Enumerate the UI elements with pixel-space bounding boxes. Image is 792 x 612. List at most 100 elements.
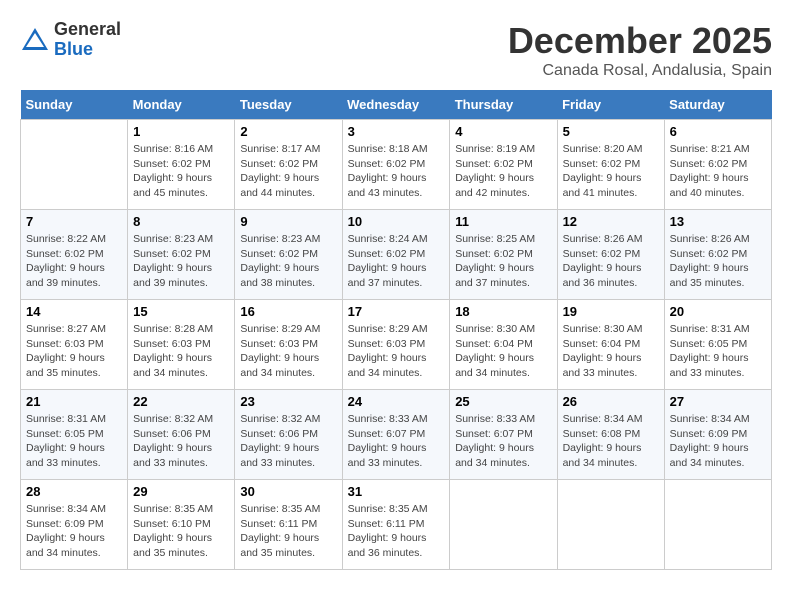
day-number: 28 <box>26 484 122 499</box>
day-number: 30 <box>240 484 336 499</box>
day-number: 5 <box>563 124 659 139</box>
day-number: 26 <box>563 394 659 409</box>
calendar-cell: 1Sunrise: 8:16 AMSunset: 6:02 PMDaylight… <box>128 120 235 210</box>
header-row: SundayMondayTuesdayWednesdayThursdayFrid… <box>21 90 772 120</box>
calendar-cell: 22 Sunrise: 8:32 AMSunset: 6:06 PMDayligh… <box>128 390 235 480</box>
calendar-cell: 15 Sunrise: 8:28 AMSunset: 6:03 PMDayligh… <box>128 300 235 390</box>
calendar-cell: 24Sunrise: 8:33 AMSunset: 6:07 PMDayligh… <box>342 390 450 480</box>
day-number: 19 <box>563 304 659 319</box>
header: General Blue December 2025 Canada Rosal,… <box>20 20 772 80</box>
day-info: Sunrise: 8:20 AMSunset: 6:02 PMDaylight:… <box>563 142 659 201</box>
calendar-cell: 19 Sunrise: 8:30 AMSunset: 6:04 PMDayligh… <box>557 300 664 390</box>
calendar-cell: 11 Sunrise: 8:25 AMSunset: 6:02 PMDayligh… <box>450 210 557 300</box>
calendar-cell: 5 Sunrise: 8:20 AMSunset: 6:02 PMDaylight… <box>557 120 664 210</box>
day-number: 23 <box>240 394 336 409</box>
day-number: 15 <box>133 304 229 319</box>
day-info: Sunrise: 8:32 AMSunset: 6:06 PMDaylight:… <box>240 412 336 471</box>
day-info: Sunrise: 8:31 AMSunset: 6:05 PMDaylight:… <box>26 412 122 471</box>
day-info: Sunrise: 8:30 AMSunset: 6:04 PMDaylight:… <box>563 322 659 381</box>
calendar-cell: 21 Sunrise: 8:31 AMSunset: 6:05 PMDayligh… <box>21 390 128 480</box>
day-number: 22 <box>133 394 229 409</box>
month-title: December 2025 <box>508 20 772 62</box>
calendar-cell: 23 Sunrise: 8:32 AMSunset: 6:06 PMDayligh… <box>235 390 342 480</box>
day-info: Sunrise: 8:21 AMSunset: 6:02 PMDaylight:… <box>670 142 766 201</box>
day-number: 9 <box>240 214 336 229</box>
day-info: Sunrise: 8:34 AMSunset: 6:09 PMDaylight:… <box>26 502 122 561</box>
week-row-2: 7Sunrise: 8:22 AMSunset: 6:02 PMDaylight… <box>21 210 772 300</box>
calendar-cell <box>450 480 557 570</box>
day-number: 3 <box>348 124 445 139</box>
calendar-cell: 2 Sunrise: 8:17 AMSunset: 6:02 PMDaylight… <box>235 120 342 210</box>
day-info: Sunrise: 8:29 AMSunset: 6:03 PMDaylight:… <box>348 322 445 381</box>
day-number: 18 <box>455 304 551 319</box>
calendar-cell: 29Sunrise: 8:35 AMSunset: 6:10 PMDayligh… <box>128 480 235 570</box>
header-day-monday: Monday <box>128 90 235 120</box>
calendar-cell: 25Sunrise: 8:33 AMSunset: 6:07 PMDayligh… <box>450 390 557 480</box>
calendar-cell: 20Sunrise: 8:31 AMSunset: 6:05 PMDayligh… <box>664 300 771 390</box>
calendar-cell: 26 Sunrise: 8:34 AMSunset: 6:08 PMDayligh… <box>557 390 664 480</box>
week-row-1: 1Sunrise: 8:16 AMSunset: 6:02 PMDaylight… <box>21 120 772 210</box>
subtitle: Canada Rosal, Andalusia, Spain <box>508 62 772 80</box>
calendar-cell: 27 Sunrise: 8:34 AMSunset: 6:09 PMDayligh… <box>664 390 771 480</box>
day-info: Sunrise: 8:33 AMSunset: 6:07 PMDaylight:… <box>348 412 445 471</box>
day-info: Sunrise: 8:29 AMSunset: 6:03 PMDaylight:… <box>240 322 336 381</box>
day-number: 6 <box>670 124 766 139</box>
day-info: Sunrise: 8:23 AMSunset: 6:02 PMDaylight:… <box>133 232 229 291</box>
calendar-cell: 8 Sunrise: 8:23 AMSunset: 6:02 PMDaylight… <box>128 210 235 300</box>
calendar-cell <box>664 480 771 570</box>
header-day-sunday: Sunday <box>21 90 128 120</box>
day-info: Sunrise: 8:34 AMSunset: 6:08 PMDaylight:… <box>563 412 659 471</box>
day-info: Sunrise: 8:35 AMSunset: 6:11 PMDaylight:… <box>348 502 445 561</box>
day-number: 14 <box>26 304 122 319</box>
day-number: 2 <box>240 124 336 139</box>
day-info: Sunrise: 8:35 AMSunset: 6:11 PMDaylight:… <box>240 502 336 561</box>
logo-icon <box>20 25 50 55</box>
calendar-cell: 30 Sunrise: 8:35 AMSunset: 6:11 PMDayligh… <box>235 480 342 570</box>
day-number: 20 <box>670 304 766 319</box>
day-number: 21 <box>26 394 122 409</box>
day-info: Sunrise: 8:18 AMSunset: 6:02 PMDaylight:… <box>348 142 445 201</box>
calendar-cell: 16 Sunrise: 8:29 AMSunset: 6:03 PMDayligh… <box>235 300 342 390</box>
day-info: Sunrise: 8:26 AMSunset: 6:02 PMDaylight:… <box>670 232 766 291</box>
day-number: 27 <box>670 394 766 409</box>
calendar-cell: 12Sunrise: 8:26 AMSunset: 6:02 PMDayligh… <box>557 210 664 300</box>
calendar-table: SundayMondayTuesdayWednesdayThursdayFrid… <box>20 90 772 570</box>
calendar-cell <box>557 480 664 570</box>
calendar-cell <box>21 120 128 210</box>
day-number: 10 <box>348 214 445 229</box>
day-info: Sunrise: 8:33 AMSunset: 6:07 PMDaylight:… <box>455 412 551 471</box>
calendar-cell: 18Sunrise: 8:30 AMSunset: 6:04 PMDayligh… <box>450 300 557 390</box>
calendar-cell: 10 Sunrise: 8:24 AMSunset: 6:02 PMDayligh… <box>342 210 450 300</box>
calendar-cell: 31Sunrise: 8:35 AMSunset: 6:11 PMDayligh… <box>342 480 450 570</box>
calendar-cell: 13 Sunrise: 8:26 AMSunset: 6:02 PMDayligh… <box>664 210 771 300</box>
day-info: Sunrise: 8:32 AMSunset: 6:06 PMDaylight:… <box>133 412 229 471</box>
logo-general-text: General <box>54 20 121 40</box>
day-number: 13 <box>670 214 766 229</box>
day-info: Sunrise: 8:28 AMSunset: 6:03 PMDaylight:… <box>133 322 229 381</box>
day-number: 16 <box>240 304 336 319</box>
calendar-cell: 3 Sunrise: 8:18 AMSunset: 6:02 PMDaylight… <box>342 120 450 210</box>
day-number: 4 <box>455 124 551 139</box>
day-info: Sunrise: 8:34 AMSunset: 6:09 PMDaylight:… <box>670 412 766 471</box>
day-number: 12 <box>563 214 659 229</box>
day-info: Sunrise: 8:27 AMSunset: 6:03 PMDaylight:… <box>26 322 122 381</box>
day-info: Sunrise: 8:17 AMSunset: 6:02 PMDaylight:… <box>240 142 336 201</box>
calendar-cell: 14 Sunrise: 8:27 AMSunset: 6:03 PMDayligh… <box>21 300 128 390</box>
calendar-cell: 6 Sunrise: 8:21 AMSunset: 6:02 PMDaylight… <box>664 120 771 210</box>
calendar-cell: 9Sunrise: 8:23 AMSunset: 6:02 PMDaylight… <box>235 210 342 300</box>
calendar-cell: 28 Sunrise: 8:34 AMSunset: 6:09 PMDayligh… <box>21 480 128 570</box>
day-info: Sunrise: 8:25 AMSunset: 6:02 PMDaylight:… <box>455 232 551 291</box>
calendar-cell: 7Sunrise: 8:22 AMSunset: 6:02 PMDaylight… <box>21 210 128 300</box>
title-area: December 2025 Canada Rosal, Andalusia, S… <box>508 20 772 80</box>
day-number: 11 <box>455 214 551 229</box>
day-number: 8 <box>133 214 229 229</box>
week-row-3: 14 Sunrise: 8:27 AMSunset: 6:03 PMDayligh… <box>21 300 772 390</box>
logo-blue-text: Blue <box>54 40 121 60</box>
day-info: Sunrise: 8:19 AMSunset: 6:02 PMDaylight:… <box>455 142 551 201</box>
day-info: Sunrise: 8:24 AMSunset: 6:02 PMDaylight:… <box>348 232 445 291</box>
header-day-saturday: Saturday <box>664 90 771 120</box>
week-row-5: 28 Sunrise: 8:34 AMSunset: 6:09 PMDayligh… <box>21 480 772 570</box>
header-day-friday: Friday <box>557 90 664 120</box>
day-number: 1 <box>133 124 229 139</box>
header-day-tuesday: Tuesday <box>235 90 342 120</box>
